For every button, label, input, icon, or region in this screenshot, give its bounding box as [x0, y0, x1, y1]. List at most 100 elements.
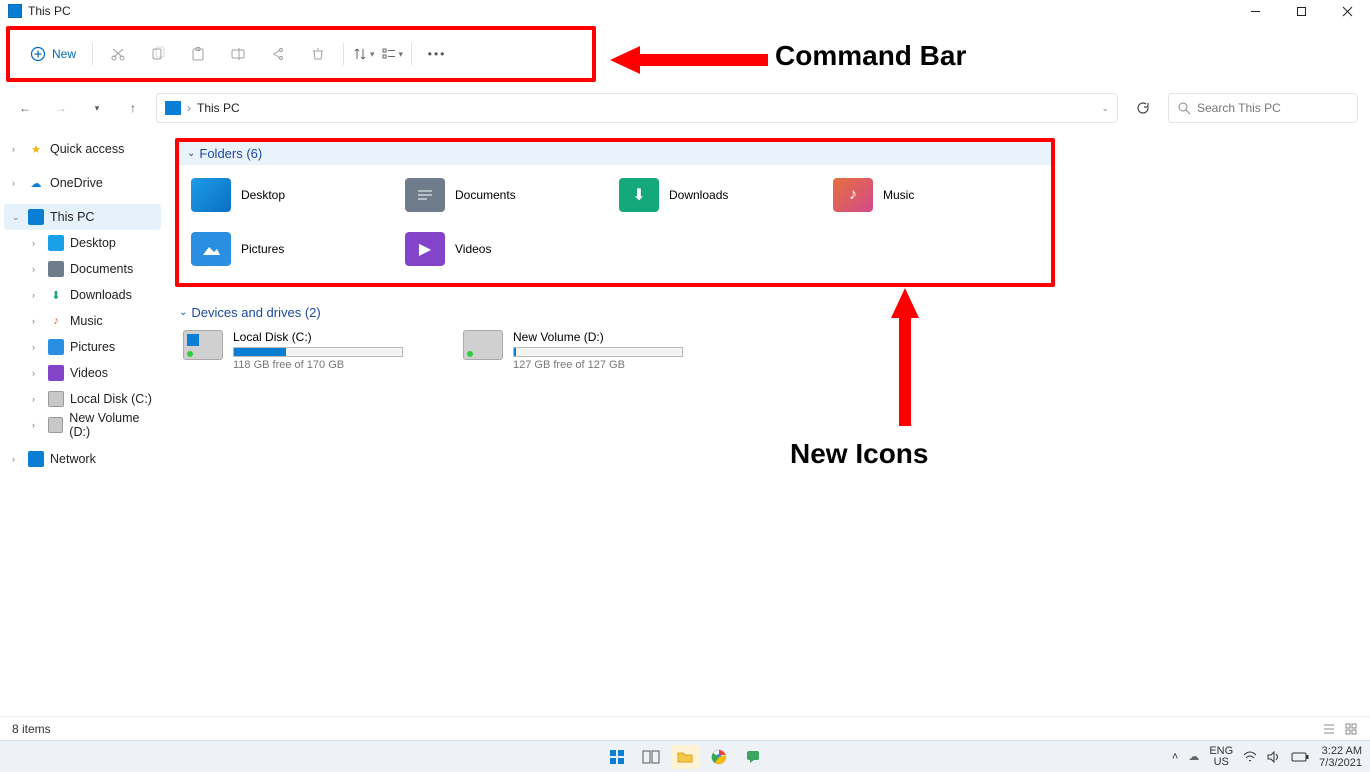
battery-icon[interactable] — [1291, 752, 1309, 762]
address-bar[interactable]: › This PC ⌄ — [156, 93, 1118, 123]
icons-view-button[interactable] — [1344, 722, 1358, 736]
breadcrumb[interactable]: This PC — [197, 101, 240, 115]
copy-button[interactable] — [141, 37, 175, 71]
sidebar-item-quick-access[interactable]: ›★Quick access — [4, 136, 161, 162]
start-button[interactable] — [603, 745, 631, 769]
group-header-label: Devices and drives (2) — [191, 305, 320, 320]
chevron-right-icon: › — [32, 316, 42, 326]
language-indicator[interactable]: ENGUS — [1209, 746, 1233, 768]
clock[interactable]: 3:22 AM7/3/2021 — [1319, 745, 1362, 769]
task-view-icon — [642, 750, 660, 764]
chevron-right-icon: › — [32, 238, 42, 248]
command-bar: New ▾ ▾ ••• — [10, 30, 592, 78]
plus-circle-icon — [30, 46, 46, 62]
sidebar-item-documents[interactable]: ›Documents — [4, 256, 161, 282]
sidebar-item-desktop[interactable]: › Desktop — [4, 230, 161, 256]
folder-label: Desktop — [241, 188, 285, 202]
back-button[interactable]: ← — [12, 95, 38, 121]
details-view-button[interactable] — [1322, 722, 1336, 736]
share-button[interactable] — [261, 37, 295, 71]
chrome-taskbar-button[interactable] — [705, 745, 733, 769]
group-header-label: Folders (6) — [199, 146, 262, 161]
lang-line2: US — [1209, 757, 1233, 768]
folder-label: Videos — [455, 242, 491, 256]
folder-downloads[interactable]: ⬇ Downloads — [619, 175, 825, 215]
cut-button[interactable] — [101, 37, 135, 71]
folder-label: Downloads — [669, 188, 728, 202]
tray-chevron-icon[interactable]: ˄ — [1172, 751, 1178, 763]
folder-documents[interactable]: Documents — [405, 175, 611, 215]
sidebar-item-videos[interactable]: ›Videos — [4, 360, 161, 386]
delete-button[interactable] — [301, 37, 335, 71]
drive-d[interactable]: New Volume (D:) 127 GB free of 127 GB — [463, 330, 713, 371]
taskbar: ˄ ☁ ENGUS 3:22 AM7/3/2021 — [0, 740, 1370, 772]
sidebar-item-pictures[interactable]: ›Pictures — [4, 334, 161, 360]
grid-icon — [1344, 722, 1358, 736]
chevron-down-icon[interactable]: ⌄ — [1101, 103, 1109, 114]
group-header-folders[interactable]: ⌄ Folders (6) — [179, 142, 1051, 165]
chat-icon — [745, 749, 761, 765]
pictures-icon — [48, 339, 64, 355]
minimize-button[interactable] — [1232, 0, 1278, 22]
downloads-icon: ⬇ — [619, 178, 659, 212]
wifi-icon[interactable] — [1243, 751, 1257, 763]
sort-button[interactable]: ▾ — [352, 46, 375, 62]
sidebar-item-label: Documents — [70, 262, 133, 276]
sidebar-item-label: OneDrive — [50, 176, 103, 190]
chevron-right-icon: › — [32, 420, 42, 430]
chat-taskbar-button[interactable] — [739, 745, 767, 769]
search-input[interactable]: Search This PC — [1168, 93, 1358, 123]
nav-row: ← → ▾ ↑ › This PC ⌄ Search This PC — [0, 88, 1370, 128]
sidebar-item-label: New Volume (D:) — [69, 411, 161, 439]
folder-music[interactable]: ♪Music — [833, 175, 1039, 215]
volume-icon[interactable] — [1267, 751, 1281, 763]
search-icon — [1177, 101, 1191, 115]
sidebar-item-downloads[interactable]: ›⬇Downloads — [4, 282, 161, 308]
sidebar-item-music[interactable]: ›♪Music — [4, 308, 161, 334]
copy-icon — [150, 46, 166, 62]
new-button[interactable]: New — [22, 42, 84, 66]
view-button[interactable]: ▾ — [381, 46, 404, 62]
sidebar-item-this-pc[interactable]: ⌄This PC — [4, 204, 161, 230]
sidebar-item-network[interactable]: ›Network — [4, 446, 161, 472]
refresh-button[interactable] — [1128, 93, 1158, 123]
annotation-new-icons-box: ⌄ Folders (6) Desktop Documents ⬇ Downloa… — [175, 138, 1055, 287]
main-pane: ⌄ Folders (6) Desktop Documents ⬇ Downloa… — [165, 128, 1370, 720]
drive-free-text: 127 GB free of 127 GB — [513, 359, 683, 371]
more-button[interactable]: ••• — [420, 37, 454, 71]
sidebar-item-new-volume[interactable]: › New Volume (D:) — [4, 412, 161, 438]
group-header-drives[interactable]: ⌄ Devices and drives (2) — [175, 301, 1360, 324]
chevron-right-icon: › — [32, 368, 42, 378]
forward-button[interactable]: → — [48, 95, 74, 121]
recent-button[interactable]: ▾ — [84, 95, 110, 121]
sidebar-item-label: Downloads — [70, 288, 132, 302]
folder-videos[interactable]: ▶Videos — [405, 229, 611, 269]
chevron-right-icon: › — [32, 394, 42, 404]
rename-button[interactable] — [221, 37, 255, 71]
trash-icon — [310, 46, 326, 62]
breadcrumb-separator: › — [187, 101, 191, 115]
drive-label: Local Disk (C:) — [233, 330, 403, 344]
sidebar-item-onedrive[interactable]: ›☁OneDrive — [4, 170, 161, 196]
paste-button[interactable] — [181, 37, 215, 71]
sidebar-item-label: Desktop — [70, 236, 116, 250]
drive-c[interactable]: Local Disk (C:) 118 GB free of 170 GB — [183, 330, 433, 371]
drive-icon — [48, 391, 64, 407]
new-button-label: New — [52, 47, 76, 61]
task-view-button[interactable] — [637, 745, 665, 769]
share-icon — [270, 46, 286, 62]
sidebar-item-local-disk[interactable]: › Local Disk (C:) — [4, 386, 161, 412]
drive-label: New Volume (D:) — [513, 330, 683, 344]
maximize-button[interactable] — [1278, 0, 1324, 22]
chevron-down-icon: ▾ — [370, 49, 375, 60]
search-placeholder: Search This PC — [1197, 101, 1281, 115]
close-button[interactable] — [1324, 0, 1370, 22]
this-pc-icon — [8, 4, 22, 18]
folder-icon — [676, 750, 694, 764]
onedrive-tray-icon[interactable]: ☁ — [1188, 750, 1199, 763]
folder-pictures[interactable]: Pictures — [191, 229, 397, 269]
explorer-taskbar-button[interactable] — [671, 745, 699, 769]
up-button[interactable]: ↑ — [120, 95, 146, 121]
folder-desktop[interactable]: Desktop — [191, 175, 397, 215]
sidebar-item-label: Local Disk (C:) — [70, 392, 152, 406]
